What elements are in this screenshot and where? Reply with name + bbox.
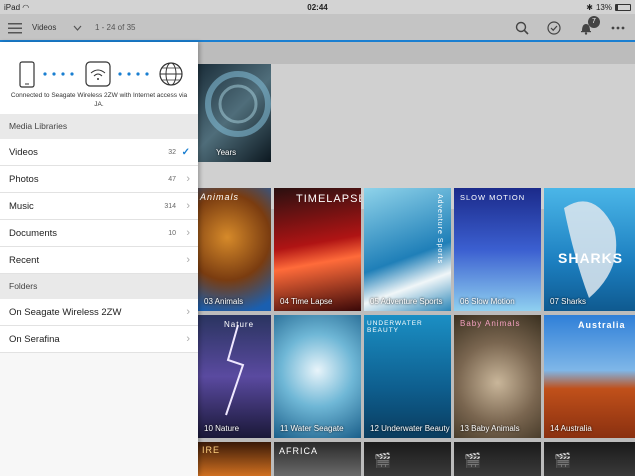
more-icon[interactable] xyxy=(609,19,627,37)
chevron-right-icon: › xyxy=(186,254,190,266)
library-item-music[interactable]: Music 314 › xyxy=(0,193,198,220)
folder-item-label: On Serafina xyxy=(9,334,60,345)
tile-label: 11 Water Seagate xyxy=(280,424,344,433)
video-tile[interactable]: Baby Animals 13 Baby Animals xyxy=(454,315,541,438)
connection-panel: Connected to Seagate Wireless 2ZW with I… xyxy=(0,42,198,114)
tile-label: 10 Nature xyxy=(204,424,240,433)
clapper-icon: 🎬 xyxy=(554,452,573,468)
status-bar: iPad ◠ 02:44 ✱ 13% xyxy=(0,0,635,14)
library-item-label: Photos xyxy=(9,174,39,185)
tile-overlay-text: Australia xyxy=(578,320,626,330)
tile-overlay-text: SHARKS xyxy=(558,250,624,266)
tile-overlay-text: UNDERWATER BEAUTY xyxy=(367,320,423,334)
video-tile[interactable]: 🎬 xyxy=(364,442,451,476)
library-item-videos[interactable]: Videos 32 ✓ xyxy=(0,139,198,166)
select-check-icon[interactable] xyxy=(545,19,563,37)
search-icon[interactable] xyxy=(513,19,531,37)
tile-label: 12 Underwater Beauty xyxy=(370,424,450,433)
toolbar: Videos 1 - 24 of 35 7 xyxy=(0,14,635,42)
tile-label: 04 Time Lapse xyxy=(280,297,333,306)
video-tile[interactable]: IRE xyxy=(198,442,271,476)
folder-item-label: On Seagate Wireless 2ZW xyxy=(9,307,122,318)
tile-label: 05 Adventure Sports xyxy=(370,297,443,306)
battery-icon xyxy=(615,3,631,11)
notification-badge: 7 xyxy=(588,16,600,28)
library-item-count: 10 xyxy=(168,230,176,237)
library-item-label: Documents xyxy=(9,228,58,239)
item-range: 1 - 24 of 35 xyxy=(95,23,136,32)
tile-overlay-text: AFRICA xyxy=(279,446,319,456)
video-tile[interactable]: UNDERWATER BEAUTY 12 Underwater Beauty xyxy=(364,315,451,438)
chevron-right-icon: › xyxy=(186,333,190,345)
tile-overlay-text: Adventure Sports xyxy=(436,194,443,265)
chevron-right-icon: › xyxy=(186,227,190,239)
side-drawer: Connected to Seagate Wireless 2ZW with I… xyxy=(0,42,198,476)
library-item-label: Recent xyxy=(9,255,40,266)
library-item-label: Music xyxy=(9,201,34,212)
tile-label: 14 Australia xyxy=(550,424,592,433)
clapper-icon: 🎬 xyxy=(374,452,393,468)
video-tile[interactable]: Australia 14 Australia xyxy=(544,315,635,438)
library-item-label: Videos xyxy=(9,147,38,158)
tile-overlay-text: TIMELAPSE xyxy=(296,193,361,205)
folders-header: Folders xyxy=(0,274,198,299)
menu-icon[interactable] xyxy=(6,19,24,37)
globe-icon xyxy=(159,62,183,86)
tile-label: 03 Animals xyxy=(204,297,244,306)
video-tile[interactable]: SLOW MOTION 06 Slow Motion xyxy=(454,188,541,311)
library-title[interactable]: Videos xyxy=(32,14,56,42)
tile-overlay-text: Nature xyxy=(224,320,255,329)
folder-item-serafina[interactable]: On Serafina › xyxy=(0,326,198,353)
library-item-count: 314 xyxy=(164,203,176,210)
battery-level xyxy=(616,4,618,10)
library-item-recent[interactable]: Recent › xyxy=(0,247,198,274)
video-tile[interactable]: 🎬 xyxy=(544,442,635,476)
tile-overlay-text: SLOW MOTION xyxy=(460,193,526,202)
video-tile[interactable]: Adventure Sports 05 Adventure Sports xyxy=(364,188,451,311)
video-tile[interactable]: TIMELAPSE 04 Time Lapse xyxy=(274,188,361,311)
video-tile[interactable]: Animals 03 Animals xyxy=(198,188,271,311)
tablet-icon xyxy=(19,61,35,88)
tile-overlay-text: IRE xyxy=(202,445,221,455)
tile-label: 07 Sharks xyxy=(550,297,587,306)
tile-label: 06 Slow Motion xyxy=(460,297,515,306)
video-tile[interactable]: Nature 10 Nature xyxy=(198,315,271,438)
chevron-right-icon: › xyxy=(186,200,190,212)
clock: 02:44 xyxy=(307,2,328,12)
video-tile[interactable]: AFRICA xyxy=(274,442,361,476)
tile-label: 13 Baby Animals xyxy=(460,424,520,433)
tile-overlay-text: Baby Animals xyxy=(460,319,521,328)
media-libraries-header: Media Libraries xyxy=(0,114,198,139)
folder-item-seagate[interactable]: On Seagate Wireless 2ZW › xyxy=(0,299,198,326)
checkmark-icon: ✓ xyxy=(181,147,190,158)
tile-overlay-text: Animals xyxy=(200,192,240,202)
featured-tile[interactable]: Years xyxy=(198,64,271,162)
library-item-photos[interactable]: Photos 47 › xyxy=(0,166,198,193)
chevron-right-icon: › xyxy=(186,173,190,185)
wireless-drive-icon xyxy=(85,61,111,87)
library-item-count: 32 xyxy=(168,149,176,156)
bell-icon[interactable]: 7 xyxy=(577,16,600,37)
connection-diagram xyxy=(19,61,183,88)
video-tile[interactable]: 11 Water Seagate xyxy=(274,315,361,438)
video-tile[interactable]: 🎬 xyxy=(454,442,541,476)
featured-label: Years xyxy=(216,148,237,157)
library-item-documents[interactable]: Documents 10 › xyxy=(0,220,198,247)
video-tile[interactable]: SHARKS 07 Sharks xyxy=(544,188,635,311)
library-item-count: 47 xyxy=(168,176,176,183)
chevron-right-icon: › xyxy=(186,306,190,318)
chevron-down-icon[interactable] xyxy=(73,24,82,33)
clapper-icon: 🎬 xyxy=(464,452,483,468)
connection-status-text: Connected to Seagate Wireless 2ZW with I… xyxy=(10,92,188,108)
